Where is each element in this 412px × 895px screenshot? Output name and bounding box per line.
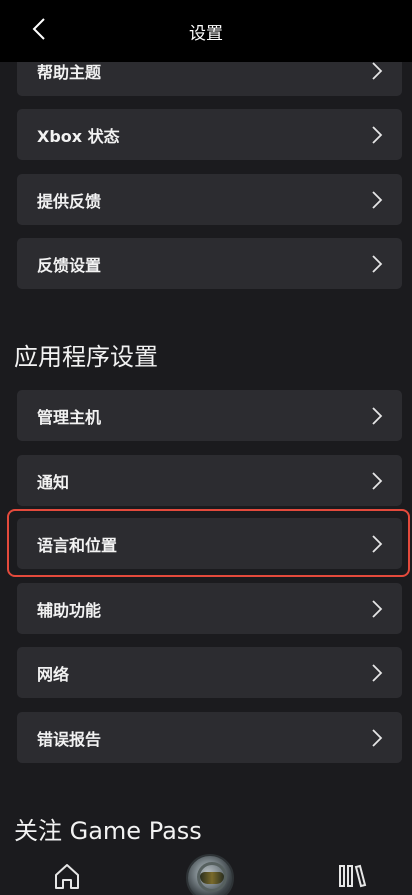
settings-item-label: 反馈设置 <box>37 255 102 275</box>
settings-item-label: 语言和位置 <box>37 535 118 555</box>
section-title-follow-game-pass: 关注 Game Pass <box>14 817 202 845</box>
chevron-right-icon <box>370 253 384 275</box>
settings-item-manage-consoles[interactable]: 管理主机 <box>17 390 402 441</box>
settings-item-language-location[interactable]: 语言和位置 <box>17 518 402 569</box>
chevron-right-icon <box>370 533 384 555</box>
chevron-right-icon <box>370 124 384 146</box>
settings-item-label: 通知 <box>37 472 70 492</box>
app-header: 设置 <box>0 0 412 62</box>
avatar-visor-shape <box>200 872 224 884</box>
settings-item-error-reporting[interactable]: 错误报告 <box>17 712 402 763</box>
settings-item-label: 错误报告 <box>37 729 102 749</box>
library-tab[interactable] <box>334 860 372 892</box>
chevron-right-icon <box>370 598 384 620</box>
settings-item-label: 网络 <box>37 664 70 684</box>
chevron-right-icon <box>370 405 384 427</box>
settings-item-network[interactable]: 网络 <box>17 647 402 698</box>
settings-item-feedback-settings[interactable]: 反馈设置 <box>17 238 402 289</box>
library-icon <box>339 864 367 888</box>
profile-avatar[interactable] <box>186 854 234 895</box>
settings-item-label: 管理主机 <box>37 407 102 427</box>
back-chevron-icon <box>32 18 45 40</box>
home-icon <box>55 864 79 889</box>
chevron-right-icon <box>370 189 384 211</box>
home-tab[interactable] <box>50 860 84 892</box>
settings-item-accessibility[interactable]: 辅助功能 <box>17 583 402 634</box>
chevron-right-icon <box>370 60 384 82</box>
settings-item-label: Xbox 状态 <box>37 126 120 146</box>
back-button[interactable] <box>26 14 52 44</box>
settings-item-notifications[interactable]: 通知 <box>17 455 402 506</box>
section-title-app-settings: 应用程序设置 <box>14 343 158 371</box>
chevron-right-icon <box>370 470 384 492</box>
settings-item-xbox-status[interactable]: Xbox 状态 <box>17 109 402 160</box>
settings-item-give-feedback[interactable]: 提供反馈 <box>17 174 402 225</box>
settings-item-label: 辅助功能 <box>37 600 102 620</box>
settings-item-label: 提供反馈 <box>37 191 102 211</box>
page-title: 设置 <box>189 23 223 44</box>
chevron-right-icon <box>370 662 384 684</box>
chevron-right-icon <box>370 727 384 749</box>
settings-item-label: 帮助主题 <box>37 62 102 82</box>
